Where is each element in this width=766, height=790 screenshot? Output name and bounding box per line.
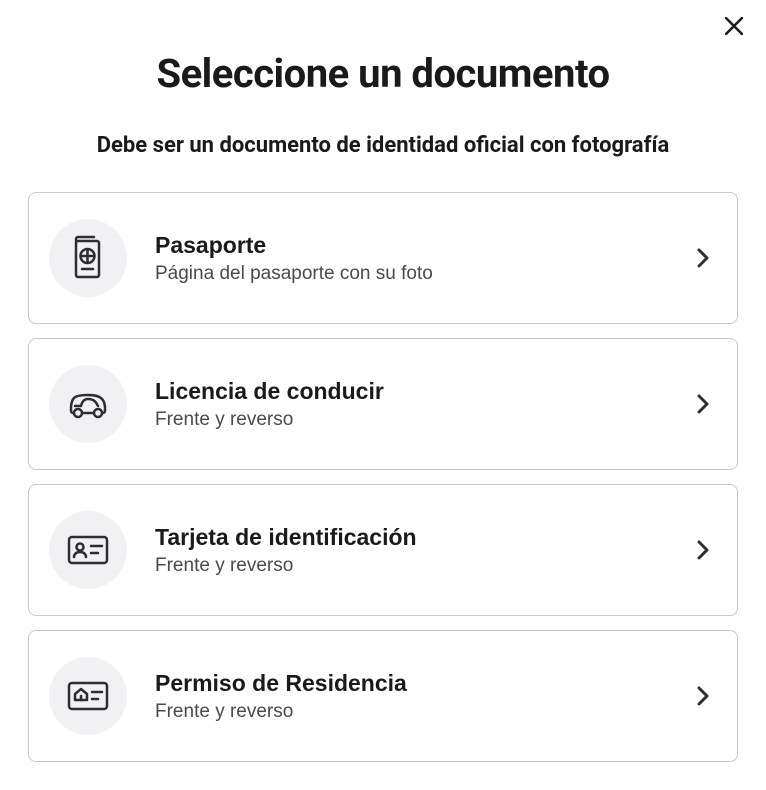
option-description: Página del pasaporte con su foto: [155, 263, 669, 285]
id-card-icon-circle: [49, 511, 127, 589]
document-selection-panel: Seleccione un documento Debe ser un docu…: [0, 0, 766, 790]
option-residence-permit[interactable]: Permiso de Residencia Frente y reverso: [28, 630, 738, 762]
drivers-license-icon-circle: [49, 365, 127, 443]
option-text: Licencia de conducir Frente y reverso: [155, 378, 669, 431]
residence-permit-icon-circle: [49, 657, 127, 735]
passport-icon-circle: [49, 219, 127, 297]
option-text: Pasaporte Página del pasaporte con su fo…: [155, 232, 669, 285]
close-button[interactable]: [722, 14, 746, 38]
option-title: Tarjeta de identificación: [155, 524, 669, 551]
option-description: Frente y reverso: [155, 409, 669, 431]
chevron-right-icon: [697, 248, 709, 268]
chevron-right-icon: [697, 540, 709, 560]
option-text: Permiso de Residencia Frente y reverso: [155, 670, 669, 723]
chevron-right-icon: [697, 686, 709, 706]
document-options-list: Pasaporte Página del pasaporte con su fo…: [28, 192, 738, 762]
option-title: Pasaporte: [155, 232, 669, 259]
chevron-right-icon: [697, 394, 709, 414]
close-icon: [725, 17, 743, 35]
page-title: Seleccione un documento: [28, 50, 738, 97]
id-card-icon: [62, 524, 114, 576]
residence-permit-icon: [62, 670, 114, 722]
page-subtitle: Debe ser un documento de identidad ofici…: [28, 133, 738, 158]
option-title: Permiso de Residencia: [155, 670, 669, 697]
option-description: Frente y reverso: [155, 701, 669, 723]
option-title: Licencia de conducir: [155, 378, 669, 405]
car-icon: [62, 378, 114, 430]
option-description: Frente y reverso: [155, 555, 669, 577]
passport-icon: [64, 234, 112, 282]
option-text: Tarjeta de identificación Frente y rever…: [155, 524, 669, 577]
option-id-card[interactable]: Tarjeta de identificación Frente y rever…: [28, 484, 738, 616]
option-drivers-license[interactable]: Licencia de conducir Frente y reverso: [28, 338, 738, 470]
option-passport[interactable]: Pasaporte Página del pasaporte con su fo…: [28, 192, 738, 324]
